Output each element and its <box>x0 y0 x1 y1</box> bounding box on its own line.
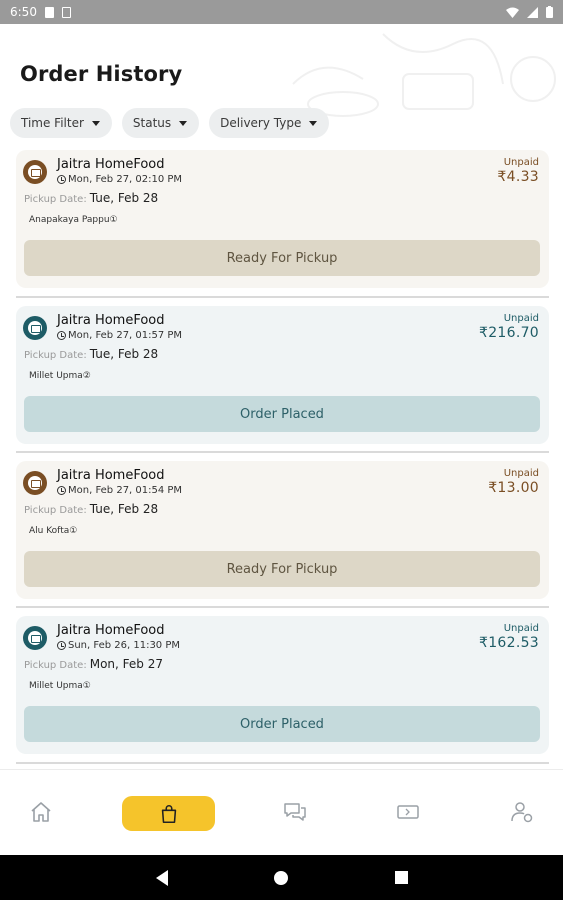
payment-status: Unpaid <box>503 468 539 479</box>
battery-icon <box>546 6 553 18</box>
order-item: Alu Kofta① <box>29 526 77 536</box>
page-title: Order History <box>20 62 183 86</box>
shop-name: Jaitra HomeFood <box>57 157 165 172</box>
order-status-button[interactable]: Order Placed <box>24 706 540 742</box>
delivery-type-dropdown[interactable]: Delivery Type <box>209 108 330 138</box>
order-amount: ₹13.00 <box>488 480 539 496</box>
clock-icon <box>57 331 66 340</box>
pickup-label: Pickup Date: <box>24 350 87 361</box>
bottom-navigation <box>0 769 563 855</box>
order-datetime: Mon, Feb 27, 02:10 PM <box>57 174 182 185</box>
payment-status: Unpaid <box>503 157 539 168</box>
payment-status: Unpaid <box>503 313 539 324</box>
pickup-label: Pickup Date: <box>24 194 87 205</box>
shop-name: Jaitra HomeFood <box>57 623 165 638</box>
nav-profile[interactable] <box>508 798 536 826</box>
item-quantity: ① <box>109 215 118 225</box>
ticket-icon <box>397 805 419 819</box>
item-name: Anapakaya Pappu <box>29 215 110 225</box>
status-filter-dropdown[interactable]: Status <box>121 108 200 138</box>
status-filter-label: Status <box>132 116 172 130</box>
shop-logo-icon <box>23 316 47 340</box>
pickup-value: Mon, Feb 27 <box>89 657 163 671</box>
shop-logo-icon <box>23 471 47 495</box>
pickup-value: Tue, Feb 28 <box>89 502 159 516</box>
status-time: 6:50 <box>10 5 37 19</box>
home-button-icon[interactable] <box>274 871 288 885</box>
pickup-date: Pickup Date: Mon, Feb 27 <box>24 657 163 671</box>
order-amount: ₹4.33 <box>497 169 539 185</box>
pickup-label: Pickup Date: <box>24 505 87 516</box>
order-datetime: Sun, Feb 26, 11:30 PM <box>57 640 180 651</box>
filter-bar: Time Filter Status Delivery Type <box>10 108 330 138</box>
order-item: Millet Upma② <box>29 371 91 381</box>
nav-home[interactable] <box>27 798 55 826</box>
order-card[interactable]: Jaitra HomeFood Mon, Feb 27, 01:54 PM Un… <box>16 461 549 599</box>
nav-orders[interactable] <box>122 796 215 831</box>
pickup-label: Pickup Date: <box>24 660 87 671</box>
item-quantity: ② <box>82 371 91 381</box>
divider <box>16 451 549 453</box>
order-card[interactable]: Jaitra HomeFood Mon, Feb 27, 01:57 PM Un… <box>16 306 549 444</box>
time-filter-dropdown[interactable]: Time Filter <box>10 108 112 138</box>
clock-icon <box>57 641 66 650</box>
back-icon[interactable] <box>156 870 168 886</box>
profile-settings-icon <box>511 802 533 823</box>
order-amount: ₹162.53 <box>479 635 539 651</box>
order-status-button[interactable]: Ready For Pickup <box>24 240 540 276</box>
order-datetime: Mon, Feb 27, 01:54 PM <box>57 485 182 496</box>
clock-icon <box>57 175 66 184</box>
status-bar: 6:50 <box>0 0 563 24</box>
order-datetime: Mon, Feb 27, 01:57 PM <box>57 330 182 341</box>
chevron-down-icon <box>309 120 318 126</box>
signal-icon <box>527 6 538 18</box>
wifi-icon <box>506 7 519 18</box>
item-name: Alu Kofta <box>29 526 70 536</box>
order-item: Anapakaya Pappu① <box>29 215 118 225</box>
delivery-type-label: Delivery Type <box>220 116 302 130</box>
pickup-date: Pickup Date: Tue, Feb 28 <box>24 502 158 516</box>
order-card[interactable]: Jaitra HomeFood Sun, Feb 26, 11:30 PM Un… <box>16 616 549 754</box>
order-item: Millet Upma① <box>29 681 91 691</box>
item-name: Millet Upma <box>29 371 83 381</box>
pickup-date: Pickup Date: Tue, Feb 28 <box>24 191 158 205</box>
recents-icon[interactable] <box>395 871 408 884</box>
divider <box>16 296 549 298</box>
chevron-down-icon <box>91 120 100 126</box>
order-status-button[interactable]: Ready For Pickup <box>24 551 540 587</box>
order-datetime-text: Mon, Feb 27, 02:10 PM <box>68 174 183 185</box>
nav-offers[interactable] <box>394 798 422 826</box>
item-name: Millet Upma <box>29 681 83 691</box>
order-datetime-text: Sun, Feb 26, 11:30 PM <box>68 640 181 651</box>
sim-card-icon <box>61 6 71 18</box>
pickup-date: Pickup Date: Tue, Feb 28 <box>24 347 158 361</box>
order-card[interactable]: Jaitra HomeFood Mon, Feb 27, 02:10 PM Un… <box>16 150 549 288</box>
payment-status: Unpaid <box>503 623 539 634</box>
order-status-button[interactable]: Order Placed <box>24 396 540 432</box>
item-quantity: ① <box>69 526 78 536</box>
time-filter-label: Time Filter <box>21 116 84 130</box>
shop-logo-icon <box>23 160 47 184</box>
notification-icon <box>44 6 54 18</box>
order-amount: ₹216.70 <box>479 325 539 341</box>
order-list[interactable]: Jaitra HomeFood Mon, Feb 27, 02:10 PM Un… <box>0 146 563 769</box>
home-icon <box>31 802 51 822</box>
chat-icon <box>284 803 306 821</box>
system-navigation-bar <box>0 855 563 900</box>
nav-chat[interactable] <box>281 798 309 826</box>
shop-name: Jaitra HomeFood <box>57 313 165 328</box>
chevron-down-icon <box>179 120 188 126</box>
order-datetime-text: Mon, Feb 27, 01:54 PM <box>68 485 183 496</box>
pickup-value: Tue, Feb 28 <box>89 191 159 205</box>
item-quantity: ① <box>82 681 91 691</box>
clock-icon <box>57 486 66 495</box>
shopping-bag-icon <box>161 804 176 823</box>
order-datetime-text: Mon, Feb 27, 01:57 PM <box>68 330 183 341</box>
divider <box>16 606 549 608</box>
divider <box>16 762 549 764</box>
pickup-value: Tue, Feb 28 <box>89 347 159 361</box>
shop-logo-icon <box>23 626 47 650</box>
shop-name: Jaitra HomeFood <box>57 468 165 483</box>
